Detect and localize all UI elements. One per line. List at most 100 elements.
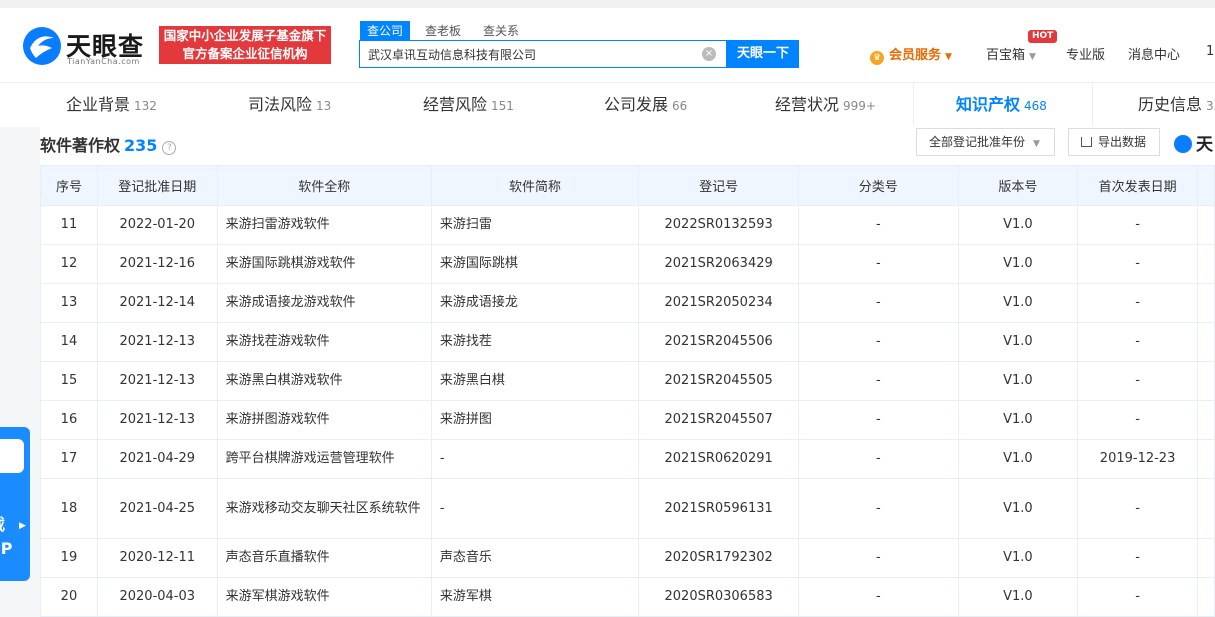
table-cell: - [430,478,640,539]
table-cell: 2021-04-25 [96,478,218,539]
play-icon: ▶ [19,521,26,531]
column-header: 登记批准日期 [96,165,218,206]
chevron-down-icon: ▼ [1029,52,1036,62]
table-cell-cut [1196,439,1215,479]
table-row: 11 2022-01-20 来游扫雷游戏软件 来游扫雷 2022SR0132593- V1… [40,205,1215,245]
table-cell: 来游军棋 [430,577,640,617]
clear-icon[interactable]: × [702,47,716,61]
table-cell: 来游成语接龙 [430,283,640,323]
section-title: 软件著作权 235? [40,132,177,156]
baibaoxiang-label: 百宝箱 [986,48,1026,63]
table-cell[interactable]: 来游戏移动交友聊天社区系统软件 [216,478,432,539]
table-row: 13 2021-12-14 来游成语接龙游戏软件 来游成语接龙 2021SR205023… [40,283,1215,323]
badge-line-1: 国家中小企业发展子基金旗下 [163,28,327,43]
table-cell: 2021-04-29 [96,439,218,479]
table-row: 16 2021-12-13 来游拼图游戏软件 来游拼图 2021SR2045507- V1… [40,400,1215,440]
export-data-button[interactable]: 导出数据 [1068,128,1160,156]
table-cell: V1.0 [957,400,1079,440]
table-cell: 2021-12-13 [96,361,218,401]
table-cell: 2021SR2063429 [638,244,800,284]
table-cell: 来游找茬 [430,322,640,362]
chevron-down-icon: ▼ [945,52,952,62]
table-cell[interactable]: 来游国际跳棋游戏软件 [216,244,432,284]
table-cell: 2020-12-11 [96,538,218,578]
member-label: 会员服务 [889,48,942,63]
table-row: 20 2020-04-03 来游军棋游戏软件 来游军棋 2020SR0306583- V1… [40,577,1215,617]
table-cell: - [1077,283,1198,323]
table-cell: - [798,244,959,284]
search-button[interactable]: 天眼一下 [727,40,799,68]
table-body: 11 2022-01-20 来游扫雷游戏软件 来游扫雷 2022SR0132593- V1… [40,205,1215,617]
pro-version-link[interactable]: 专业版 [1066,44,1105,63]
table-cell: 19 [40,538,98,578]
software-copyright-section: 软件著作权 235? 全部登记批准年份 ▼ 导出数据 天 序号 登记批准日期 软件全… [40,126,1215,617]
table-cell: - [1077,400,1198,440]
table-cell[interactable]: 来游拼图游戏软件 [216,400,432,440]
table-cell: - [430,439,640,479]
table-cell: 2021-12-13 [96,322,218,362]
table-row: 19 2020-12-11 声态音乐直播软件 声态音乐 2020SR1792302- V1… [40,538,1215,578]
year-filter-dropdown[interactable]: 全部登记批准年份 ▼ [916,128,1055,156]
logo[interactable]: 天眼查 TianYanCha.com [22,24,152,68]
table-cell: 2021SR2045506 [638,322,800,362]
table-cell: 来游黑白棋 [430,361,640,401]
table-cell[interactable]: 来游军棋游戏软件 [216,577,432,617]
qr-icon [0,439,24,473]
site-header: 天眼查 TianYanCha.com 国家中小企业发展子基金旗下 官方备案企业征… [0,8,1215,82]
table-cell-cut [1196,244,1215,284]
table-cell[interactable]: 来游扫雷游戏软件 [216,205,432,245]
table-cell: - [798,205,959,245]
tab-search-relation[interactable]: 查关系 [476,21,526,41]
search-type-tabs: 查公司 查老板 查关系 [360,20,534,41]
table-cell: 18 [40,478,98,539]
table-cell: V1.0 [957,322,1079,362]
column-header-cut [1196,165,1215,206]
table-cell: 2020SR1792302 [638,538,800,578]
app-download-float[interactable]: 载PP ▶ [0,427,30,581]
tab-company-development[interactable]: 公司发展 66 [604,83,687,127]
search-input[interactable] [368,45,693,63]
table-cell: 来游国际跳棋 [430,244,640,284]
tab-search-company[interactable]: 查公司 [360,21,411,41]
table-cell: - [798,478,959,539]
crown-icon: ♛ [870,51,884,65]
logo-domain: TianYanCha.com [67,57,140,66]
table-cell: - [798,361,959,401]
member-service-link[interactable]: ♛ 会员服务 ▼ [870,44,952,65]
tab-judicial-risk[interactable]: 司法风险 13 [248,83,331,127]
brand-mini-logo[interactable]: 天 [1174,130,1213,155]
message-center-link[interactable]: 消息中心 [1128,44,1180,63]
tab-enterprise-background[interactable]: 企业背景 132 [66,83,157,127]
table-row: 14 2021-12-13 来游找茬游戏软件 来游找茬 2021SR2045506- V1… [40,322,1215,362]
column-header: 序号 [40,165,98,206]
tab-history-info[interactable]: 历史信息33 [1138,83,1215,127]
table-cell: - [798,439,959,479]
table-cell[interactable]: 来游找茬游戏软件 [216,322,432,362]
tab-intellectual-property[interactable]: 知识产权 468 [956,83,1047,127]
user-menu-cut[interactable]: 1 [1206,44,1214,59]
baibaoxiang-link[interactable]: 百宝箱 ▼ [986,44,1036,63]
table-cell: 2021SR2050234 [638,283,800,323]
tab-operating-risk[interactable]: 经营风险 151 [423,83,514,127]
table-cell: V1.0 [957,538,1079,578]
table-cell: 2022-01-20 [96,205,218,245]
table-cell: - [798,400,959,440]
table-cell[interactable]: 来游成语接龙游戏软件 [216,283,432,323]
table-cell[interactable]: 声态音乐直播软件 [216,538,432,578]
table-cell-cut [1196,577,1215,617]
tab-search-boss[interactable]: 查老板 [418,21,468,41]
tab-operating-status[interactable]: 经营状况 999+ [775,83,876,127]
table-cell: V1.0 [957,205,1079,245]
help-icon[interactable]: ? [162,141,177,155]
table-cell[interactable]: 来游黑白棋游戏软件 [216,361,432,401]
table-cell-cut [1196,400,1215,440]
table-cell[interactable]: 跨平台棋牌游戏运营管理软件 [216,439,432,479]
official-badge[interactable]: 国家中小企业发展子基金旗下 官方备案企业征信机构 [159,26,331,64]
table-cell: V1.0 [957,361,1079,401]
table-cell: - [798,322,959,362]
column-header: 登记号 [638,165,800,206]
app-download-text: 载PP [0,515,13,558]
table-cell: - [1077,244,1198,284]
table-cell: - [1077,577,1198,617]
table-cell: 2021-12-16 [96,244,218,284]
